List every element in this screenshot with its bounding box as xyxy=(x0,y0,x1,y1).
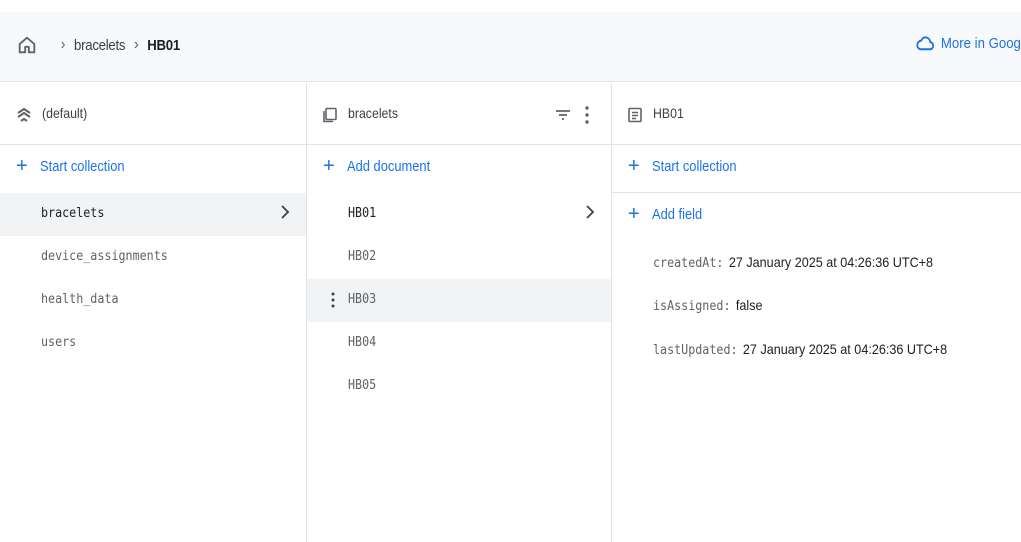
document-item[interactable]: HB05 xyxy=(307,365,611,408)
start-collection-label: Start collection xyxy=(652,158,737,175)
start-collection-button[interactable]: + Start collection xyxy=(0,145,306,193)
document-panel-header: HB01 xyxy=(612,83,1021,145)
field-row[interactable]: lastUpdated: 27 January 2025 at 04:26:36 … xyxy=(653,341,947,363)
add-document-button[interactable]: + Add document xyxy=(307,145,611,193)
collection-panel: bracelets + Add document HB01 HB02 HB03 xyxy=(307,83,612,542)
more-in-google-cloud-link[interactable]: More in Goog xyxy=(915,34,1021,52)
collection-name: users xyxy=(41,335,77,350)
database-panel-header: (default) xyxy=(0,83,306,145)
document-id: HB01 xyxy=(348,206,377,221)
chevron-right-icon xyxy=(281,205,290,219)
collection-panel-header: bracelets xyxy=(307,83,611,145)
field-row[interactable]: createdAt: 27 January 2025 at 04:26:36 UT… xyxy=(653,254,933,276)
plus-icon: + xyxy=(323,155,335,177)
field-value: false xyxy=(735,297,763,313)
breadcrumb-bar: › bracelets › HB01 More in Goog xyxy=(0,12,1021,82)
document-item[interactable]: HB02 xyxy=(307,236,611,279)
document-id: HB02 xyxy=(348,249,377,264)
add-field-button[interactable]: + Add field xyxy=(612,193,1021,241)
collection-title: bracelets xyxy=(348,105,398,121)
field-row[interactable]: isAssigned: false xyxy=(653,297,763,319)
collection-name: device_assignments xyxy=(41,249,168,264)
document-id: HB04 xyxy=(348,335,377,350)
plus-icon: + xyxy=(16,155,28,177)
collection-item[interactable]: device_assignments xyxy=(0,236,306,279)
cloud-icon xyxy=(916,36,935,51)
document-title: HB01 xyxy=(653,105,684,121)
document-id: HB05 xyxy=(348,378,377,393)
chevron-right-icon: › xyxy=(134,36,139,53)
database-title: (default) xyxy=(42,105,88,121)
drag-handle-icon[interactable] xyxy=(331,291,335,309)
chevron-right-icon: › xyxy=(60,36,66,53)
field-key: lastUpdated: xyxy=(653,343,738,358)
plus-icon: + xyxy=(628,155,640,177)
collection-item[interactable]: bracelets xyxy=(0,193,306,236)
document-icon xyxy=(628,107,642,123)
collection-name: health_data xyxy=(41,292,119,307)
add-field-label: Add field xyxy=(652,206,703,223)
plus-icon: + xyxy=(628,203,640,225)
chevron-right-icon xyxy=(586,205,595,219)
document-item[interactable]: HB01 xyxy=(307,193,611,236)
breadcrumb-item-collection[interactable]: bracelets xyxy=(74,37,125,54)
add-document-label: Add document xyxy=(347,158,431,175)
field-key: isAssigned: xyxy=(653,299,731,314)
database-panel: (default) + Start collection bracelets d… xyxy=(0,83,307,542)
breadcrumb: › bracelets › HB01 xyxy=(52,36,180,54)
start-collection-label: Start collection xyxy=(40,158,125,175)
document-item[interactable]: HB04 xyxy=(307,322,611,365)
document-id: HB03 xyxy=(348,292,377,307)
home-icon[interactable] xyxy=(16,34,38,56)
field-value: 27 January 2025 at 04:26:36 UTC+8 xyxy=(742,341,948,357)
document-item[interactable]: HB03 xyxy=(307,279,611,322)
field-value: 27 January 2025 at 04:26:36 UTC+8 xyxy=(728,254,934,270)
more-vert-icon[interactable] xyxy=(584,105,590,125)
database-icon xyxy=(17,107,31,122)
collection-item[interactable]: users xyxy=(0,322,306,365)
field-key: createdAt: xyxy=(653,256,724,271)
collection-item[interactable]: health_data xyxy=(0,279,306,322)
start-subcollection-button[interactable]: + Start collection xyxy=(612,145,1021,193)
collection-name: bracelets xyxy=(41,206,105,221)
more-link-label: More in Goog xyxy=(941,34,1021,52)
breadcrumb-item-document[interactable]: HB01 xyxy=(147,37,180,54)
filter-icon[interactable] xyxy=(555,107,571,123)
collection-icon xyxy=(323,107,337,123)
document-panel: HB01 + Start collection + Add field crea… xyxy=(612,83,1021,542)
